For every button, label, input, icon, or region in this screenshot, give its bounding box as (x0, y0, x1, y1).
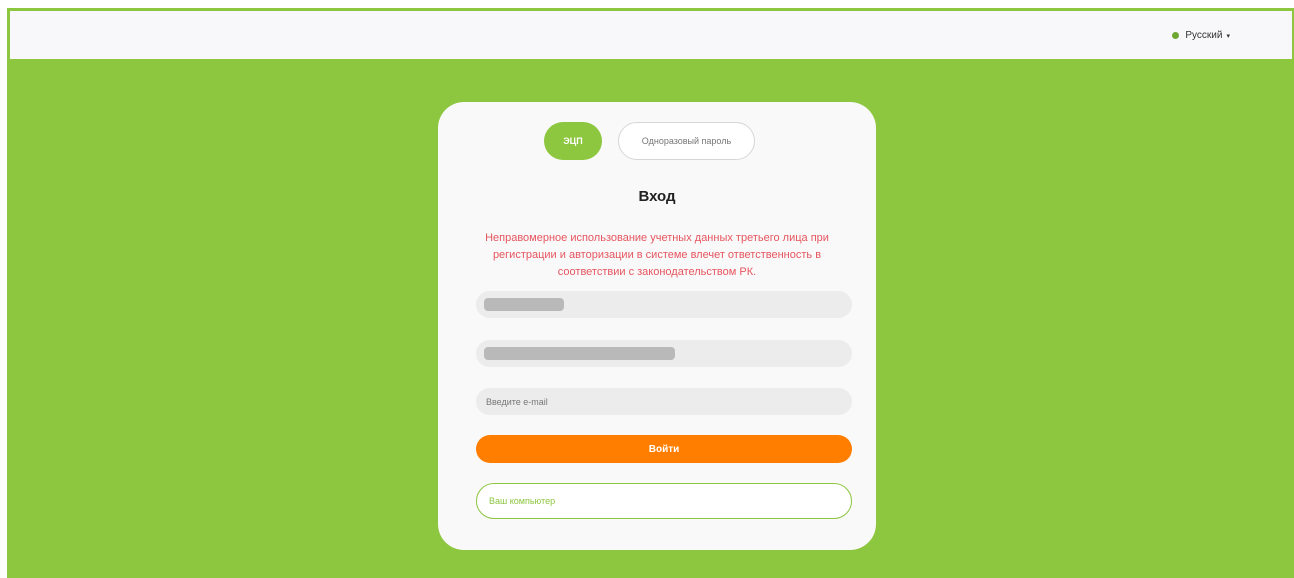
login-button[interactable]: Войти (476, 435, 852, 463)
legal-warning: Неправомерное использование учетных данн… (485, 232, 829, 278)
top-bar: Русский ▾ (10, 11, 1292, 59)
login-card: ЭЦП Одноразовый пароль Вход Неправомерно… (438, 102, 876, 550)
redacted-value (484, 347, 675, 360)
tab-one-time-password[interactable]: Одноразовый пароль (618, 122, 755, 160)
language-label: Русский (1185, 30, 1223, 41)
certificate-info-field (476, 340, 852, 367)
caret-down-icon: ▾ (1226, 32, 1230, 40)
app-frame: Русский ▾ ЭЦП Одноразовый пароль Вход Не… (7, 8, 1294, 578)
page-title: Вход (638, 188, 676, 205)
computer-input[interactable] (476, 483, 852, 519)
globe-icon (1172, 32, 1180, 39)
email-input[interactable] (476, 388, 852, 415)
redacted-value (484, 298, 564, 311)
certificate-owner-field (476, 291, 852, 318)
tab-ecp[interactable]: ЭЦП (544, 122, 602, 160)
login-method-tabs: ЭЦП Одноразовый пароль (438, 122, 876, 160)
language-selector[interactable]: Русский ▾ (1172, 30, 1230, 41)
